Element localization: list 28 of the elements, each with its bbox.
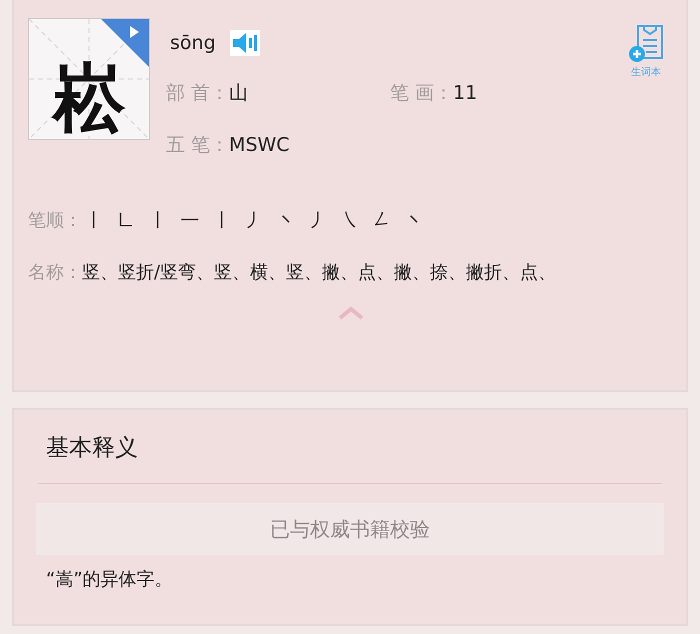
- character-glyph: 崧: [52, 61, 126, 135]
- stroke-order-label: 笔顺：: [28, 209, 82, 232]
- section-title: 基本释义: [45, 434, 139, 463]
- stroke-glyph: ㇔: [276, 209, 296, 232]
- field-label: 五 笔：: [166, 133, 230, 158]
- stroke-glyph: ㇏: [340, 209, 360, 232]
- stroke-glyph: ㇑: [148, 209, 168, 232]
- stroke-names-label: 名称：: [28, 262, 82, 283]
- verified-banner: 已与权威书籍校验: [36, 503, 664, 555]
- stroke-glyph: ㇓: [244, 209, 264, 232]
- stroke-glyph: ㇓: [308, 209, 328, 232]
- speaker-icon[interactable]: [230, 30, 260, 56]
- field-value: MSWC: [229, 134, 290, 156]
- field-label: 部 首：: [166, 81, 230, 106]
- stroke-glyph: ㇜: [372, 209, 392, 232]
- character-tile[interactable]: 崧: [28, 18, 150, 140]
- collapse-icon[interactable]: [337, 305, 365, 321]
- field-value: 11: [453, 82, 478, 104]
- field-value: 山: [229, 81, 248, 106]
- stroke-glyph: ㇐: [180, 209, 200, 232]
- stroke-names: 名称：竖、竖折/竖弯、竖、横、竖、撇、点、撇、捺、撇折、点、: [28, 262, 556, 283]
- definition-text: “嵩”的异体字。: [45, 568, 174, 592]
- stroke-glyph: ㇗: [116, 209, 136, 232]
- field-label: 笔 画：: [390, 81, 454, 106]
- pinyin: sōng: [170, 32, 216, 54]
- stroke-glyph: ㇑: [84, 209, 104, 232]
- stroke-glyph: ㇑: [212, 209, 232, 232]
- stroke-glyph: ㇔: [404, 209, 424, 232]
